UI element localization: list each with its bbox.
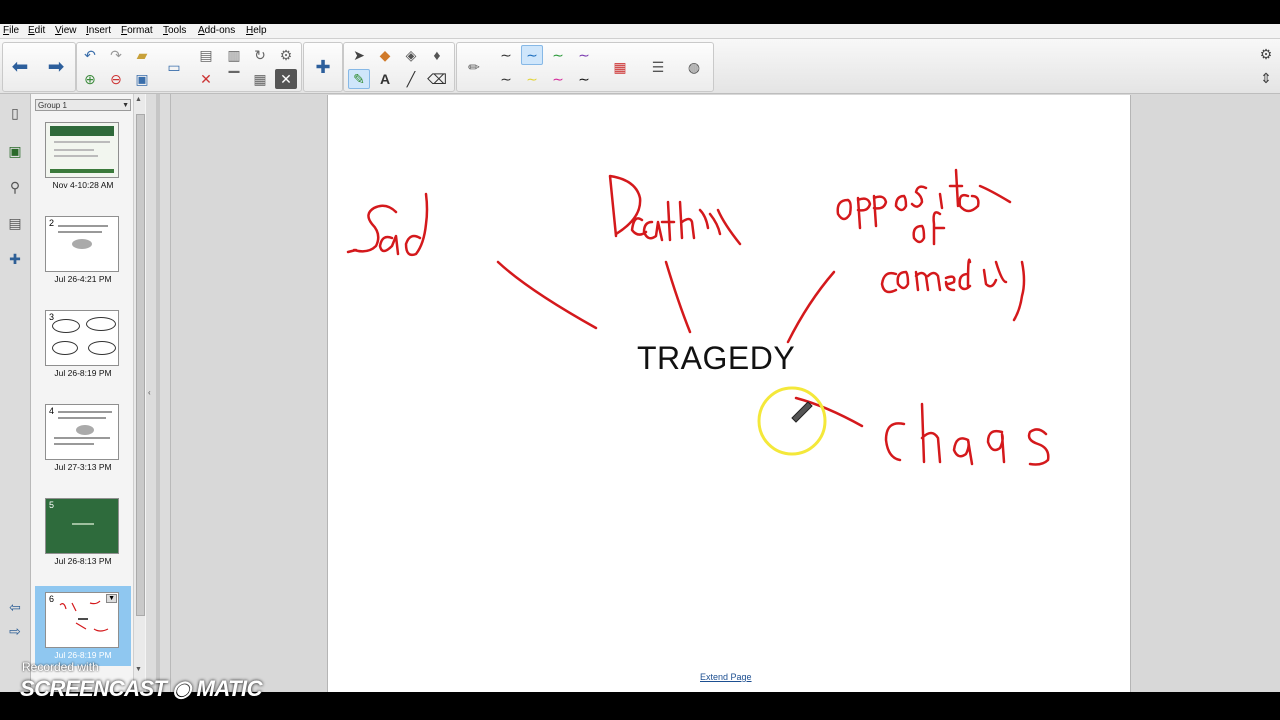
ink-word-of <box>912 211 946 246</box>
cursor-highlight <box>757 386 827 456</box>
ink-line-death <box>664 260 692 334</box>
ink-line-opposite <box>786 270 836 344</box>
ink-word-opposite <box>836 168 1012 230</box>
ink-word-sad <box>346 192 429 257</box>
ink-word-comedy <box>880 258 1026 322</box>
ink-line-sad <box>496 260 598 330</box>
ink-word-chaos <box>884 402 1050 466</box>
ink-word-death <box>608 174 742 246</box>
pen-cursor-icon <box>791 401 813 423</box>
screencast-o-matic-logo: SCREENCAST ◉ MATIC <box>20 676 263 701</box>
recorded-with-label: Recorded with <box>22 660 99 674</box>
extend-page-link[interactable]: Extend Page <box>700 672 752 682</box>
tragedy-text[interactable]: TRAGEDY <box>637 340 795 377</box>
